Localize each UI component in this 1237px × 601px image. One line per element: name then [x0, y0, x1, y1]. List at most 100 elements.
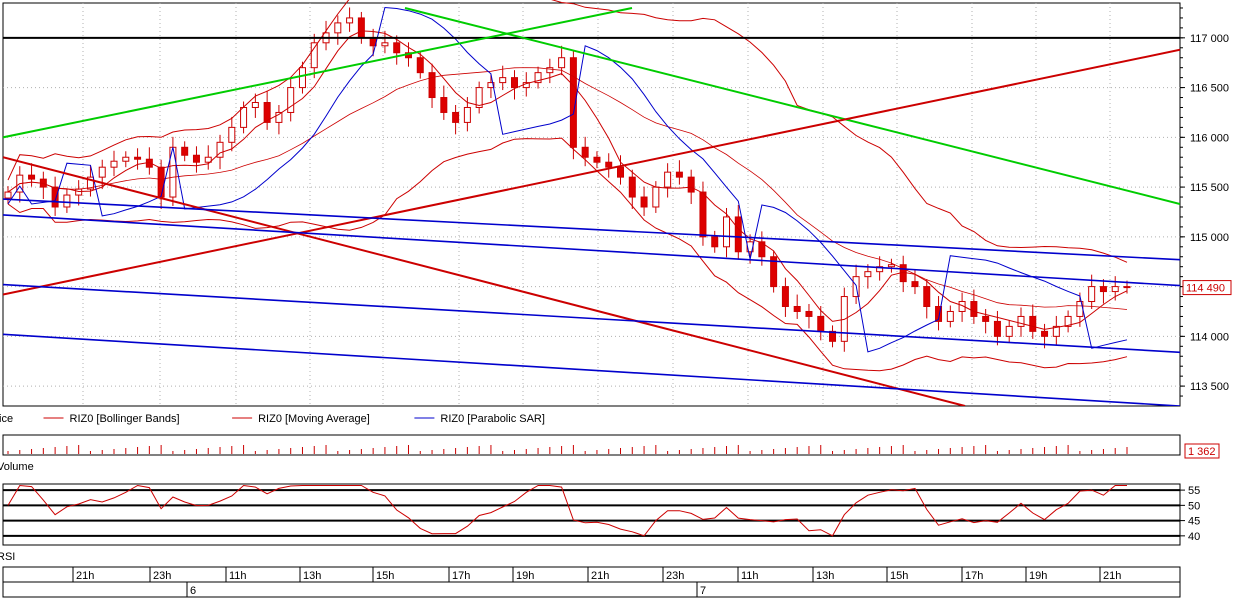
y-tick-label: 114 000: [1190, 331, 1229, 343]
rsi-legend-label: RSI: [0, 551, 15, 563]
candle-body: [734, 216, 742, 253]
volume-panel: 1 362 Volume: [0, 434, 1220, 473]
volume-value-label: 1 362: [1188, 446, 1216, 458]
day-label: 7: [700, 585, 706, 597]
time-tick-label: 15h: [376, 570, 394, 582]
rsi-tick-label: 50: [1188, 500, 1200, 512]
candle-body: [628, 176, 636, 198]
candle-body: [781, 286, 789, 307]
candle-body: [310, 42, 318, 69]
candle-body: [4, 191, 12, 199]
time-tick-label: 13h: [816, 570, 834, 582]
candle-body: [1041, 330, 1049, 337]
candle-body: [98, 166, 106, 178]
candle-body: [499, 77, 507, 84]
candle-body: [652, 186, 660, 208]
candle-body: [593, 156, 601, 163]
candle-body: [334, 22, 342, 34]
time-tick-label: 11h: [741, 570, 759, 582]
candle-body: [1123, 286, 1131, 289]
legend-entry: RIZ0 [Moving Average]: [258, 413, 370, 425]
candle-body: [452, 111, 460, 123]
candle-body: [699, 191, 707, 238]
volume-legend-label: Volume: [0, 461, 34, 473]
time-tick-label: 21h: [76, 570, 94, 582]
candle-body: [581, 146, 589, 158]
y-tick-label: 117 000: [1190, 33, 1229, 45]
rsi-tick-label: 45: [1188, 516, 1200, 528]
last-value-label: 114 490: [1186, 283, 1225, 295]
candle-body: [1099, 286, 1107, 293]
candle-body: [181, 146, 189, 156]
candle-body: [970, 301, 978, 317]
candle-body: [982, 315, 990, 322]
y-tick-label: 113 500: [1190, 381, 1229, 393]
candle-body: [687, 176, 695, 193]
candle-body: [1005, 325, 1013, 337]
price-panel: 113 500114 000114 500115 000115 500116 0…: [2, 0, 1232, 407]
time-tick-label: 21h: [1103, 570, 1121, 582]
y-tick-label: 115 500: [1190, 182, 1229, 194]
candle-body: [440, 97, 448, 113]
time-tick-label: 11h: [229, 570, 247, 582]
candle-body: [558, 57, 566, 69]
candle-body: [381, 42, 389, 47]
chart-canvas: 113 500114 000114 500115 000115 500116 0…: [0, 0, 1232, 598]
y-tick-label: 115 000: [1190, 232, 1229, 244]
rsi-tick-label: 40: [1188, 531, 1200, 543]
candle-body: [793, 305, 801, 312]
candle-body: [28, 174, 36, 180]
time-tick-label: 17h: [452, 570, 470, 582]
candle-body: [993, 320, 1001, 337]
candle-body: [287, 87, 295, 113]
candle-body: [1111, 286, 1119, 293]
y-tick-label: 116 000: [1190, 132, 1229, 144]
legend-entry: RIZ0 [Bollinger Bands]: [70, 413, 180, 425]
rsi-panel: 40 45 50 55 RSI: [0, 483, 1200, 563]
candle-body: [864, 271, 872, 278]
y-tick-label: 116 500: [1190, 83, 1229, 95]
candle-body: [546, 67, 554, 74]
legend-entry: RIZ0 [Parabolic SAR]: [440, 413, 545, 425]
candle-body: [393, 42, 401, 54]
candle-body: [1029, 315, 1037, 332]
legend-entry: Price: [0, 413, 13, 425]
candle-body: [228, 126, 236, 143]
candle-body: [723, 216, 731, 248]
candle-body: [192, 154, 200, 163]
candle-body: [946, 310, 954, 322]
candle-body: [510, 77, 518, 89]
time-tick-label: 19h: [1029, 570, 1047, 582]
candle-body: [416, 57, 424, 74]
time-tick-label: 21h: [591, 570, 609, 582]
candle-body: [134, 156, 142, 160]
time-tick-label: 15h: [890, 570, 908, 582]
candle-body: [357, 17, 365, 39]
candle-body: [240, 106, 248, 128]
time-tick-label: 13h: [303, 570, 321, 582]
candle-body: [463, 106, 471, 123]
candle-body: [605, 161, 613, 168]
candle-body: [887, 264, 895, 268]
candle-body: [805, 310, 813, 317]
day-label: 6: [190, 585, 196, 597]
candle-body: [157, 166, 165, 198]
candle-body: [1017, 315, 1025, 327]
candle-body: [664, 171, 672, 188]
candle-body: [346, 17, 354, 24]
candle-body: [911, 281, 919, 288]
candle-body: [251, 102, 259, 108]
price-legend: Price RIZ0 [Bollinger Bands] RIZ0 [Moving …: [0, 413, 545, 425]
volume-plot-frame: [2, 434, 1181, 456]
time-tick-label: 19h: [516, 570, 534, 582]
time-tick-label: 23h: [153, 570, 171, 582]
candle-body: [675, 171, 683, 178]
candle-body: [428, 72, 436, 99]
candle-body: [63, 194, 71, 208]
candle-body: [75, 188, 83, 196]
candle-body: [122, 156, 130, 162]
candle-body: [817, 315, 825, 332]
candle-body: [923, 286, 931, 307]
candle-body: [617, 166, 625, 178]
candle-body: [1088, 286, 1096, 303]
